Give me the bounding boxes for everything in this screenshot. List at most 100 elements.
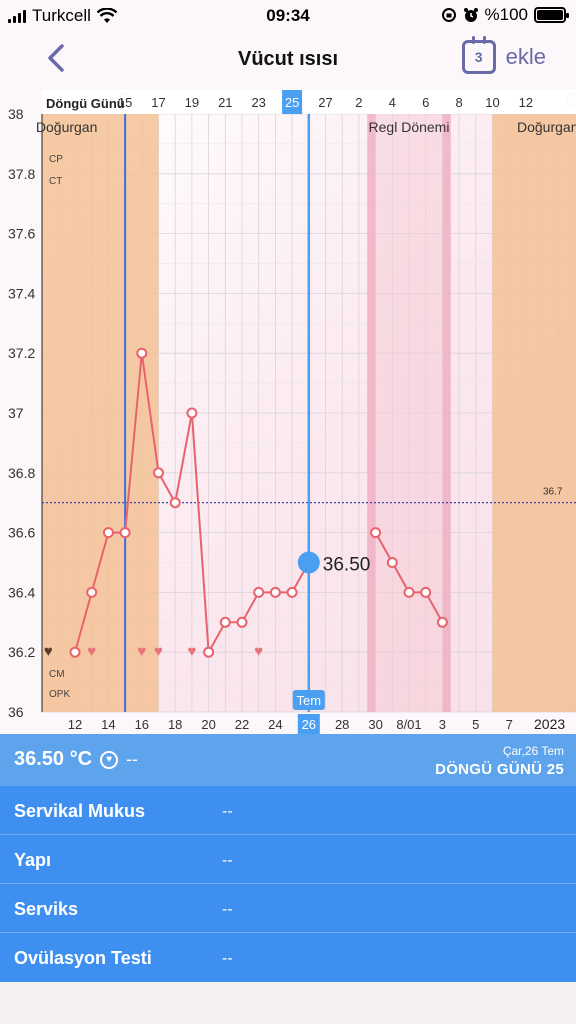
- data-point: [436, 616, 448, 628]
- cp-label: CP: [49, 154, 63, 165]
- period-edge-left: [367, 114, 376, 712]
- fertile-label-right: Doğurgan: [517, 119, 576, 135]
- selected-value-label: 36.50: [323, 555, 371, 576]
- data-point: [102, 527, 114, 539]
- selected-day: 26: [302, 717, 316, 732]
- summary-temp: 36.50 °C ♥ --: [14, 748, 138, 771]
- add-button[interactable]: 3 ekle: [461, 36, 546, 74]
- top-tick-label: 21: [218, 95, 232, 110]
- heart-circle-icon: ♥: [100, 750, 119, 769]
- top-tick-label: 2: [355, 95, 362, 110]
- row-label: Yapı: [14, 850, 52, 870]
- selected-month: Tem: [297, 693, 322, 708]
- y-tick-label: 36: [8, 704, 24, 720]
- opk-label: OPK: [49, 689, 70, 700]
- row-cervical-mucus[interactable]: Servikal Mukus --: [0, 786, 576, 835]
- bottom-tick-label: 24: [268, 717, 282, 732]
- bottom-tick-label: 5: [472, 717, 479, 732]
- top-tick-label: 17: [151, 95, 165, 110]
- data-point: [169, 497, 181, 509]
- heart-icon: ♥: [254, 643, 263, 660]
- data-point: [153, 467, 164, 479]
- data-point: [119, 527, 131, 539]
- data-point: [219, 616, 231, 628]
- top-tick-label: 8: [455, 95, 462, 110]
- year-label: 2023: [534, 716, 565, 732]
- y-tick-label: 36.2: [8, 644, 35, 660]
- details-list: Servikal Mukus -- Yapı -- Serviks -- Ovü…: [0, 786, 576, 982]
- bottom-tick-label: 12: [68, 717, 82, 732]
- battery-percent: %100: [484, 5, 528, 24]
- row-value: --: [222, 803, 233, 820]
- data-point: [203, 646, 215, 658]
- calendar-icon: 3: [461, 36, 496, 74]
- data-point: [386, 557, 398, 568]
- summary-dash: --: [126, 749, 139, 769]
- data-point: [269, 586, 281, 598]
- data-point: [253, 586, 265, 598]
- summary-bar[interactable]: 36.50 °C ♥ -- Çar,26 Tem DÖNGÜ GÜNÜ 25: [0, 734, 576, 786]
- cycle-day: DÖNGÜ GÜNÜ 25: [435, 761, 564, 778]
- bottom-tick-label: 28: [335, 717, 349, 732]
- row-value: --: [222, 901, 233, 918]
- top-tick-label: 25: [285, 95, 299, 110]
- footer-area: [0, 982, 576, 1024]
- row-texture[interactable]: Yapı --: [0, 835, 576, 884]
- y-tick-label: 36.4: [8, 584, 35, 600]
- fertile-zone-left: [42, 114, 159, 712]
- data-point: [403, 586, 415, 598]
- y-tick-label: 37.2: [8, 345, 35, 361]
- row-value: --: [222, 950, 233, 967]
- data-point: [186, 407, 198, 419]
- alarm-icon: [463, 8, 478, 22]
- chart-svg: 3837.837.637.437.23736.836.636.436.236Dö…: [0, 88, 576, 734]
- top-tick-label: 6: [422, 95, 429, 110]
- heart-icon: ♥: [154, 643, 163, 660]
- row-label: Serviks: [14, 899, 79, 919]
- ct-label: CT: [49, 176, 62, 187]
- status-bar: Turkcell 09:34 %100: [0, 0, 576, 30]
- bottom-tick-label: 8/01: [396, 717, 421, 732]
- y-tick-label: 36.6: [8, 525, 35, 541]
- heart-icon: ♥: [187, 643, 196, 660]
- orientation-lock-icon: [441, 8, 456, 22]
- top-tick-label: 4: [389, 95, 396, 110]
- fertile-zone-right: [492, 114, 576, 712]
- heart-icon: ♥: [137, 643, 146, 660]
- bottom-tick-label: 7: [506, 717, 513, 732]
- bottom-tick-label: 18: [168, 717, 182, 732]
- bottom-tick-label: 22: [235, 717, 249, 732]
- top-tick-label: 19: [185, 95, 199, 110]
- heart-icon: ♥: [87, 643, 96, 660]
- row-label: Ovülasyon Testi: [14, 948, 152, 968]
- data-point: [136, 347, 148, 359]
- row-ovulation-test[interactable]: Ovülasyon Testi --: [0, 933, 576, 982]
- y-tick-label: 37: [8, 405, 24, 421]
- row-cervix[interactable]: Serviks --: [0, 884, 576, 933]
- y-tick-label: 38: [8, 106, 24, 122]
- top-tick-label: 15: [118, 95, 132, 110]
- nav-bar: Vücut ısısı 3 ekle: [0, 30, 576, 88]
- top-tick-label: 23: [251, 95, 265, 110]
- bottom-tick-label: 30: [368, 717, 382, 732]
- bottom-tick-label: 16: [135, 717, 149, 732]
- y-tick-label: 37.6: [8, 226, 35, 242]
- row-label: Servikal Mukus: [14, 801, 146, 821]
- top-tick-label: 10: [485, 95, 499, 110]
- data-point: [69, 646, 81, 658]
- y-tick-label: 36.8: [8, 465, 35, 481]
- temperature-chart[interactable]: 38 37.8 37.6 37.4 37.2 37 36.8 36.6 36.4 36.2 36 Dö…: [0, 88, 576, 734]
- data-point: [286, 586, 298, 598]
- add-label: ekle: [505, 44, 546, 69]
- heart-icon: ♥: [44, 643, 53, 660]
- status-right: %100: [441, 5, 569, 25]
- cm-label: CM: [49, 669, 65, 680]
- summary-date: Çar,26 Tem: [502, 744, 564, 758]
- y-tick-label: 37.8: [8, 166, 35, 182]
- bottom-tick-label: 3: [439, 717, 446, 732]
- row-value: --: [222, 852, 233, 869]
- top-tick-label: 12: [519, 95, 533, 110]
- data-point: [236, 616, 248, 628]
- bottom-tick-label: 14: [101, 717, 115, 732]
- temperature-value: 36.50 °C: [14, 748, 93, 770]
